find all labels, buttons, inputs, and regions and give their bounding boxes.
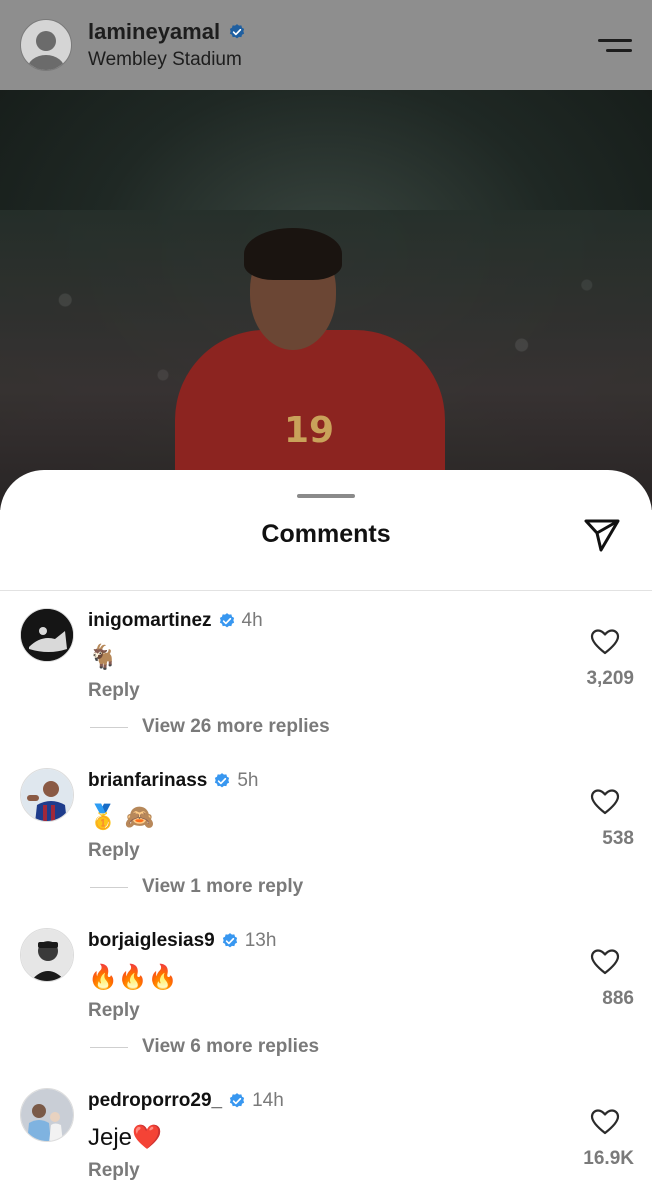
view-more-replies[interactable]: View 1 more reply xyxy=(90,876,303,898)
verified-badge-icon xyxy=(219,613,234,628)
view-more-replies[interactable]: View 6 more replies xyxy=(90,1036,319,1058)
comment-text: 🐐 xyxy=(88,644,118,671)
post-location[interactable]: Wembley Stadium xyxy=(88,49,598,71)
comment-time: 4h xyxy=(241,610,263,631)
heart-icon[interactable] xyxy=(590,788,620,816)
post-author-avatar[interactable] xyxy=(20,19,72,71)
verified-badge-icon xyxy=(222,933,237,948)
share-send-icon[interactable] xyxy=(582,516,622,554)
divider xyxy=(0,590,652,591)
reply-button[interactable]: Reply xyxy=(88,1000,276,1022)
comment-text: 🔥🔥🔥 xyxy=(88,964,178,991)
comments-sheet: Comments inigomartinez 4h 🐐 Reply 3,209 … xyxy=(0,470,652,1200)
comment-text: 🥇 🙈 xyxy=(88,804,155,831)
heart-icon[interactable] xyxy=(590,1108,620,1136)
comment-username[interactable]: brianfarinass xyxy=(88,770,207,792)
post-photo: 19 xyxy=(0,90,652,510)
commenter-avatar[interactable] xyxy=(20,1088,74,1142)
comments-title: Comments xyxy=(261,520,391,548)
comment-time: 14h xyxy=(252,1090,284,1111)
comment-username[interactable]: pedroporro29_ xyxy=(88,1090,222,1112)
verified-badge-icon xyxy=(229,1093,245,1108)
comment-text: Jeje❤️ xyxy=(88,1124,162,1151)
heart-icon[interactable] xyxy=(590,628,620,656)
reply-button[interactable]: Reply xyxy=(88,1160,284,1182)
like-count: 16.9K xyxy=(583,1148,634,1169)
comment-username[interactable]: borjaiglesias9 xyxy=(88,930,215,952)
comment-username[interactable]: inigomartinez xyxy=(88,610,212,632)
like-count: 538 xyxy=(602,828,634,849)
commenter-avatar[interactable] xyxy=(20,928,74,982)
like-count: 3,209 xyxy=(586,668,634,689)
commenter-avatar[interactable] xyxy=(20,608,74,662)
view-more-replies-label: View 1 more reply xyxy=(142,876,304,897)
view-more-replies-label: View 26 more replies xyxy=(142,716,330,737)
menu-icon[interactable] xyxy=(598,33,632,57)
post-username[interactable]: lamineyamal xyxy=(88,19,220,45)
post-author-info: lamineyamal Wembley Stadium xyxy=(88,19,598,71)
view-more-replies[interactable]: View 26 more replies xyxy=(90,716,330,738)
sheet-drag-handle[interactable] xyxy=(297,494,355,498)
like-count: 886 xyxy=(602,988,634,1009)
heart-icon[interactable] xyxy=(590,948,620,976)
commenter-avatar[interactable] xyxy=(20,768,74,822)
post-header: lamineyamal Wembley Stadium xyxy=(0,0,652,90)
verified-badge-icon xyxy=(229,24,245,39)
player-shirt-number: 19 xyxy=(284,410,335,451)
reply-button[interactable]: Reply xyxy=(88,680,263,702)
comment-time: 5h xyxy=(237,770,259,791)
comment-time: 13h xyxy=(244,930,277,951)
reply-button[interactable]: Reply xyxy=(88,840,258,862)
player-hair xyxy=(244,228,342,280)
view-more-replies-label: View 6 more replies xyxy=(142,1036,320,1057)
verified-badge-icon xyxy=(215,773,230,788)
